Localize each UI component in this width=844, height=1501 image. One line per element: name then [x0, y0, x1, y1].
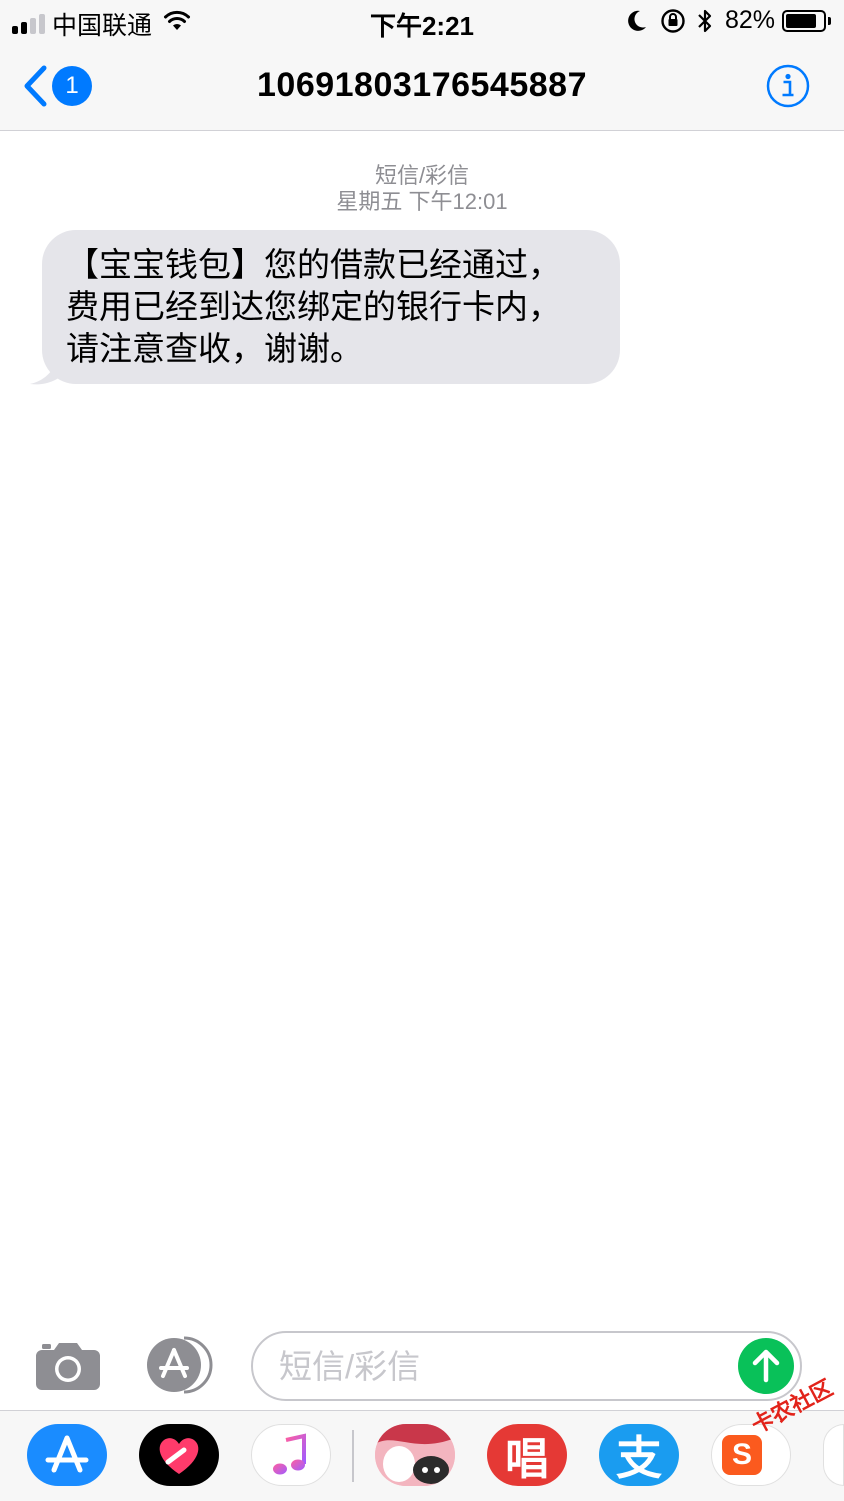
orientation-lock-icon — [661, 9, 685, 33]
incoming-message-bubble[interactable]: 【宝宝钱包】您的借款已经通过， 费用已经到达您绑定的银行卡内， 请注意查收，谢谢… — [42, 230, 620, 384]
battery-percent: 82% — [725, 6, 776, 34]
do-not-disturb-icon — [628, 10, 646, 31]
sogou-input-icon[interactable]: S — [711, 1424, 791, 1486]
message-line: 请注意查收，谢谢。 — [66, 330, 363, 367]
message-line: 费用已经到达您绑定的银行卡内， — [66, 288, 561, 325]
more-apps-icon[interactable] — [823, 1424, 844, 1486]
status-time: 下午2:21 — [369, 11, 475, 41]
battery-icon — [782, 10, 826, 32]
status-bar: 中国联通 下午2:21 82% — [0, 0, 844, 44]
sogou-glyph: S — [722, 1435, 762, 1475]
app-store-icon[interactable] — [27, 1424, 107, 1486]
music-icon[interactable] — [251, 1424, 331, 1486]
sing-glyph: 唱 — [505, 1434, 549, 1485]
message-timestamp: 星期五 下午12:01 — [336, 189, 508, 214]
battery-tip — [828, 17, 831, 25]
app-store-button[interactable] — [142, 1336, 216, 1394]
alipay-icon[interactable]: 支 — [599, 1424, 679, 1486]
send-button[interactable] — [738, 1338, 794, 1394]
sing-app-icon[interactable]: 唱 — [487, 1424, 567, 1486]
drawer-divider — [352, 1430, 354, 1482]
digital-touch-icon[interactable] — [139, 1424, 219, 1486]
animal-sticker-icon — [375, 1424, 455, 1486]
message-input[interactable] — [277, 1341, 731, 1393]
alipay-glyph: 支 — [616, 1431, 662, 1485]
bluetooth-icon — [698, 9, 712, 33]
camera-button[interactable] — [34, 1340, 102, 1392]
heart-icon — [159, 1438, 199, 1474]
message-input-container — [251, 1331, 802, 1401]
app-store-glyph-icon — [45, 1435, 89, 1473]
info-button[interactable] — [766, 64, 810, 108]
navigation-bar: 1 10691803176545887 — [0, 44, 844, 131]
conversation-title: 10691803176545887 — [257, 66, 587, 104]
sticker-animal-icon[interactable] — [375, 1424, 455, 1486]
message-line: 【宝宝钱包】您的借款已经通过， — [66, 246, 561, 283]
music-note-icon — [273, 1433, 306, 1475]
